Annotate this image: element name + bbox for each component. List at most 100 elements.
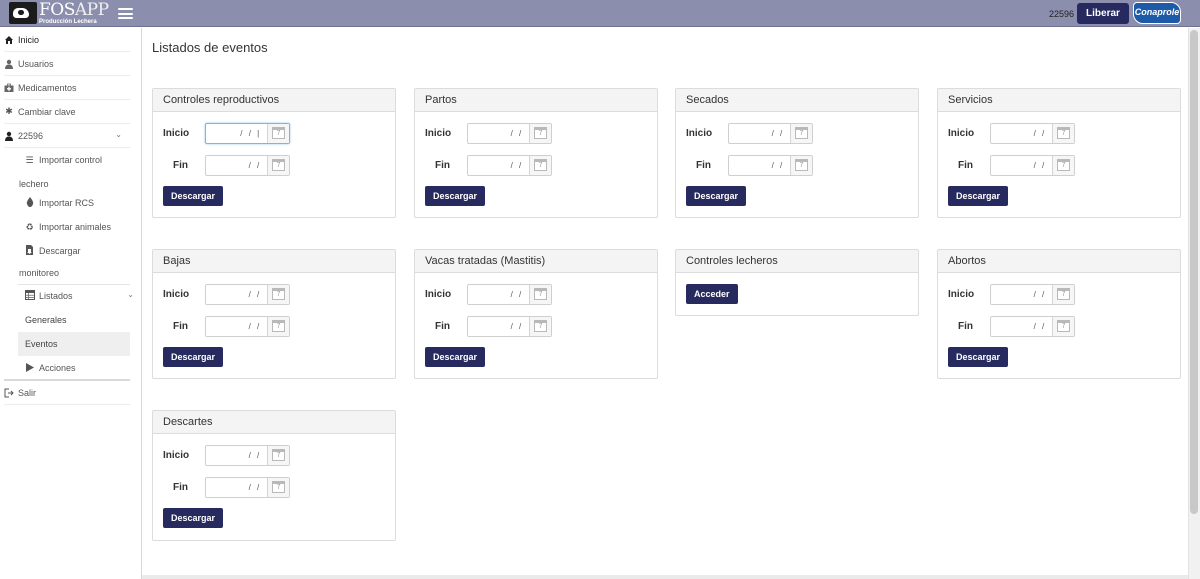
inicio-date-input[interactable]: / / 7 (467, 283, 552, 305)
calendar-button[interactable]: 7 (267, 123, 289, 143)
date-field[interactable]: / / (206, 478, 267, 497)
descargar-button[interactable]: Descargar (425, 347, 486, 367)
descargar-button[interactable]: Descargar (163, 508, 224, 528)
inicio-row: Inicio / / 7 (163, 283, 290, 305)
date-field[interactable]: / / (991, 156, 1052, 175)
calendar-button[interactable]: 7 (790, 123, 812, 143)
sidebar-item-generales[interactable]: Generales (18, 308, 130, 332)
sign-out-icon (4, 388, 14, 398)
sidebar-item-importar-control[interactable]: ☰ Importar control (24, 148, 136, 172)
descargar-button[interactable]: Descargar (163, 347, 224, 367)
sidebar-item-usuarios[interactable]: Usuarios (4, 52, 130, 76)
calendar-icon: 7 (1057, 288, 1071, 300)
descargar-button[interactable]: Descargar (948, 186, 1009, 206)
date-field[interactable]: / / (206, 317, 267, 336)
descargar-button[interactable]: Descargar (425, 186, 486, 206)
scrollbar-thumb[interactable] (1190, 30, 1198, 514)
descargar-button[interactable]: Descargar (163, 186, 224, 206)
inicio-date-input[interactable]: / / 7 (990, 122, 1075, 144)
date-field[interactable]: / / (991, 124, 1052, 143)
sidebar-item-descargar-monitoreo[interactable]: Descargar (24, 239, 136, 263)
calendar-button[interactable]: 7 (790, 155, 812, 175)
calendar-button[interactable]: 7 (1052, 123, 1074, 143)
fin-date-input[interactable]: / / 7 (205, 476, 290, 498)
acceder-button[interactable]: Acceder (686, 284, 738, 304)
sidebar-item-importar-rcs[interactable]: Importar RCS (24, 191, 136, 215)
menu-toggle-icon[interactable] (118, 8, 133, 19)
calendar-button[interactable]: 7 (529, 284, 551, 304)
fin-date-input[interactable]: / / 7 (467, 154, 552, 176)
calendar-button[interactable]: 7 (1052, 316, 1074, 336)
calendar-button[interactable]: 7 (267, 445, 289, 465)
inicio-date-input[interactable]: / / 7 (728, 122, 813, 144)
date-field[interactable]: / / (206, 285, 267, 304)
calendar-icon: 7 (534, 127, 548, 139)
date-field[interactable]: / / (468, 317, 529, 336)
calendar-button[interactable]: 7 (267, 316, 289, 336)
fin-date-input[interactable]: / / 7 (990, 154, 1075, 176)
app-logo[interactable]: FOSAPP Producción Lechera (9, 2, 109, 26)
date-field[interactable]: / / (468, 124, 529, 143)
card-title: Abortos (938, 250, 1180, 273)
calendar-button[interactable]: 7 (529, 316, 551, 336)
sidebar-item-salir[interactable]: Salir (4, 381, 130, 405)
calendar-icon: 7 (534, 320, 548, 332)
fin-date-input[interactable]: / / 7 (728, 154, 813, 176)
calendar-icon: 7 (272, 449, 286, 461)
horizontal-scrollbar[interactable] (142, 575, 1188, 579)
liberar-button[interactable]: Liberar (1077, 3, 1129, 24)
calendar-button[interactable]: 7 (267, 477, 289, 497)
sidebar-item-user[interactable]: 22596 ⌄ (4, 124, 130, 148)
date-field[interactable]: / / (468, 156, 529, 175)
date-field[interactable]: / / (206, 446, 267, 465)
calendar-button[interactable]: 7 (529, 155, 551, 175)
sidebar-item-acciones[interactable]: Acciones (24, 356, 136, 380)
inicio-label: Inicio (425, 288, 452, 300)
calendar-icon: 7 (1057, 127, 1071, 139)
calendar-button[interactable]: 7 (1052, 155, 1074, 175)
calendar-button[interactable]: 7 (1052, 284, 1074, 304)
fin-date-input[interactable]: / / 7 (205, 154, 290, 176)
fin-label: Fin (958, 320, 973, 332)
fin-row: Fin / / 7 (425, 315, 552, 337)
date-field[interactable]: / / (991, 285, 1052, 304)
descargar-button[interactable]: Descargar (948, 347, 1009, 367)
inicio-date-input[interactable]: / / | 7 (205, 122, 290, 144)
calendar-button[interactable]: 7 (529, 123, 551, 143)
card-title: Secados (676, 89, 918, 112)
date-field[interactable]: / / (729, 156, 790, 175)
date-field[interactable]: / / (206, 156, 267, 175)
sidebar-item-cambiar-clave[interactable]: ✱ Cambiar clave (4, 100, 130, 124)
calendar-button[interactable]: 7 (267, 155, 289, 175)
sidebar-item-eventos[interactable]: Eventos (18, 332, 130, 356)
sidebar-item-descargar-monitoreo-cont[interactable]: monitoreo (19, 261, 131, 285)
sidebar-item-inicio[interactable]: Inicio (4, 28, 130, 52)
fin-row: Fin / / 7 (686, 154, 813, 176)
calendar-button[interactable]: 7 (267, 284, 289, 304)
user-code: 22596 (1049, 9, 1075, 19)
calendar-icon: 7 (795, 159, 809, 171)
inicio-date-input[interactable]: / / 7 (205, 283, 290, 305)
inicio-date-input[interactable]: / / 7 (990, 283, 1075, 305)
date-field[interactable]: / / (468, 285, 529, 304)
conaprole-logo: Conaprole (1133, 2, 1181, 24)
logo-title: FOSAPP (39, 0, 109, 20)
date-field[interactable]: / / (729, 124, 790, 143)
sidebar-item-medicamentos[interactable]: Medicamentos (4, 76, 130, 100)
card-title: Controles lecheros (676, 250, 918, 273)
card-bajas: Bajas Inicio / / 7 Fin / / 7 Descargar (152, 249, 396, 379)
calendar-icon: 7 (272, 288, 286, 300)
date-field[interactable]: / / | (206, 124, 267, 143)
inicio-row: Inicio / / 7 (163, 444, 290, 466)
date-field[interactable]: / / (991, 317, 1052, 336)
fin-date-input[interactable]: / / 7 (990, 315, 1075, 337)
inicio-date-input[interactable]: / / 7 (205, 444, 290, 466)
inicio-row: Inicio / / | 7 (163, 122, 290, 144)
fin-date-input[interactable]: / / 7 (205, 315, 290, 337)
descargar-button[interactable]: Descargar (686, 186, 747, 206)
calendar-icon: 7 (1057, 159, 1071, 171)
inicio-date-input[interactable]: / / 7 (467, 122, 552, 144)
fin-date-input[interactable]: / / 7 (467, 315, 552, 337)
sidebar-item-importar-animales[interactable]: ♻ Importar animales (24, 215, 136, 239)
sidebar-item-listados[interactable]: Listados ⌄ (24, 284, 136, 308)
